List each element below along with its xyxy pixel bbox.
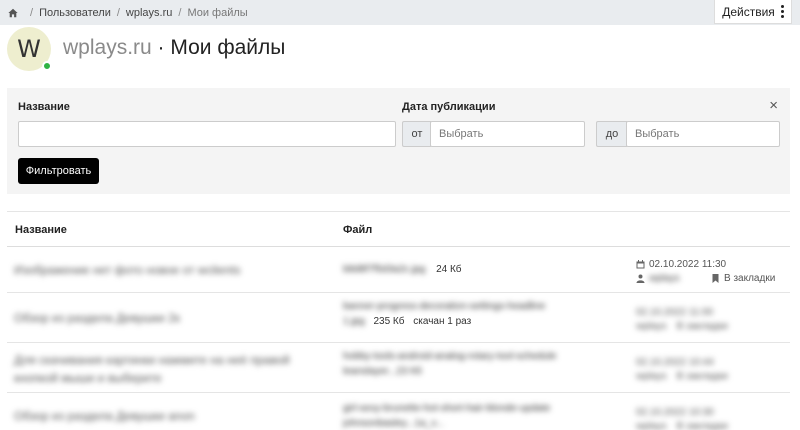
home-icon[interactable] [8, 8, 18, 18]
file-date: 02.10.2022 11:30 [649, 258, 727, 270]
file-meta: 02.10.2022 11:00 wplays В закладки [636, 305, 728, 333]
file-title[interactable]: Обзор из раздела Девушки 2к [14, 311, 180, 325]
bookmark-link[interactable]: В закладки [677, 371, 728, 382]
file-date: 02.10.2022 10:30 [636, 406, 714, 418]
file-author[interactable]: wplays [649, 273, 701, 284]
file-name-link[interactable]: hobby-tools-android-analog-rotary-tool-s… [343, 351, 556, 362]
file-cell: hobby-tools-android-analog-rotary-tool-s… [343, 351, 556, 377]
table-row: Изображение нет фото новое от wclients b… [7, 247, 790, 293]
table-row: Для скачивания картинки нажмите на неё п… [7, 343, 790, 393]
file-cell: b8d8f7f5d3a2c.jpg 24 Кб [343, 264, 462, 275]
file-date: 02.10.2022 11:00 [636, 306, 714, 318]
file-name-link-ext[interactable]: johnsonbasley...1a_v... [343, 418, 550, 429]
breadcrumb-separator: / [30, 6, 34, 19]
file-name-link[interactable]: girl-sexy-brunette-hot-short-hair-blonde… [343, 403, 550, 414]
file-meta: 02.10.2022 10:30 wplays В закладки [636, 405, 728, 430]
breadcrumb-bar: / Пользователи / wplays.ru / Мои файлы Д… [0, 0, 800, 25]
column-header-file: Файл [343, 224, 373, 236]
file-meta: 02.10.2022 11:30 wplays В закладки [636, 257, 775, 285]
page-title-separator: · [151, 36, 171, 59]
date-filter-label: Дата публикации [402, 101, 496, 113]
avatar-letter: W [17, 35, 41, 63]
file-downloads: скачан 1 раз [413, 316, 472, 327]
actions-button[interactable]: Действия [714, 0, 792, 24]
file-name-link[interactable]: b8d8f7f5d3a2c.jpg [343, 264, 425, 275]
breadcrumb-item-current: Мои файлы [187, 6, 248, 19]
calendar-icon [636, 259, 645, 268]
breadcrumb: / Пользователи / wplays.ru / Мои файлы [8, 0, 248, 25]
file-title[interactable]: Изображение нет фото новое от wclients [14, 263, 240, 277]
file-author[interactable]: wplays [636, 421, 667, 430]
table-row: Обзор из раздела Девушки 2к banner-progr… [7, 293, 790, 343]
date-from-input[interactable] [430, 121, 585, 147]
bookmark-link[interactable]: В закладки [724, 273, 775, 284]
file-title[interactable]: Для скачивания картинки нажмите на неё п… [14, 351, 294, 387]
breadcrumb-item-site[interactable]: wplays.ru [126, 7, 172, 19]
page-title-site[interactable]: wplays.ru [63, 36, 152, 59]
files-table: Название Файл Изображение нет фото новое… [7, 211, 790, 430]
breadcrumb-separator: / [116, 6, 120, 19]
name-filter-input[interactable] [18, 121, 396, 147]
close-filter-icon[interactable]: × [769, 98, 778, 113]
file-date: 02.10.2022 10:44 [636, 356, 714, 368]
date-from-addon: от [402, 121, 431, 147]
file-name-link-ext[interactable]: 1.jpg [343, 316, 365, 327]
file-name-link-ext[interactable]: leanslayer...23 Кб [343, 366, 556, 377]
name-filter-label: Название [18, 101, 70, 113]
file-title[interactable]: Обзор из раздела Девушки anon [14, 409, 195, 423]
breadcrumb-separator: / [178, 6, 182, 19]
user-icon [636, 274, 645, 283]
file-size: 24 Кб [436, 264, 462, 275]
breadcrumb-item-users[interactable]: Пользователи [39, 7, 111, 19]
file-name-link[interactable]: banner-progress-decoration-settings-head… [343, 301, 545, 312]
file-cell: banner-progress-decoration-settings-head… [343, 301, 545, 327]
actions-button-label: Действия [722, 4, 775, 19]
table-row: Обзор из раздела Девушки anon girl-sexy-… [7, 393, 790, 430]
bookmark-icon [712, 273, 719, 283]
file-author[interactable]: wplays [636, 321, 667, 332]
file-size: 235 Кб [373, 316, 405, 327]
online-status-icon [42, 61, 52, 71]
kebab-menu-icon [780, 5, 784, 18]
file-author[interactable]: wplays [636, 371, 667, 382]
file-meta: 02.10.2022 10:44 wplays В закладки [636, 355, 728, 383]
date-to-input[interactable] [626, 121, 780, 147]
filter-submit-button[interactable]: Фильтровать [18, 158, 99, 184]
bookmark-link[interactable]: В закладки [677, 421, 728, 430]
table-header: Название Файл [7, 211, 790, 247]
bookmark-link[interactable]: В закладки [677, 321, 728, 332]
page-title-text: Мои файлы [170, 36, 286, 59]
filter-panel: Название Дата публикации × от до Фильтро… [7, 88, 790, 194]
page-title: wplays.ru · Мои файлы [63, 36, 285, 60]
file-cell: girl-sexy-brunette-hot-short-hair-blonde… [343, 403, 550, 429]
date-to-addon: до [596, 121, 627, 147]
column-header-title: Название [15, 224, 67, 236]
